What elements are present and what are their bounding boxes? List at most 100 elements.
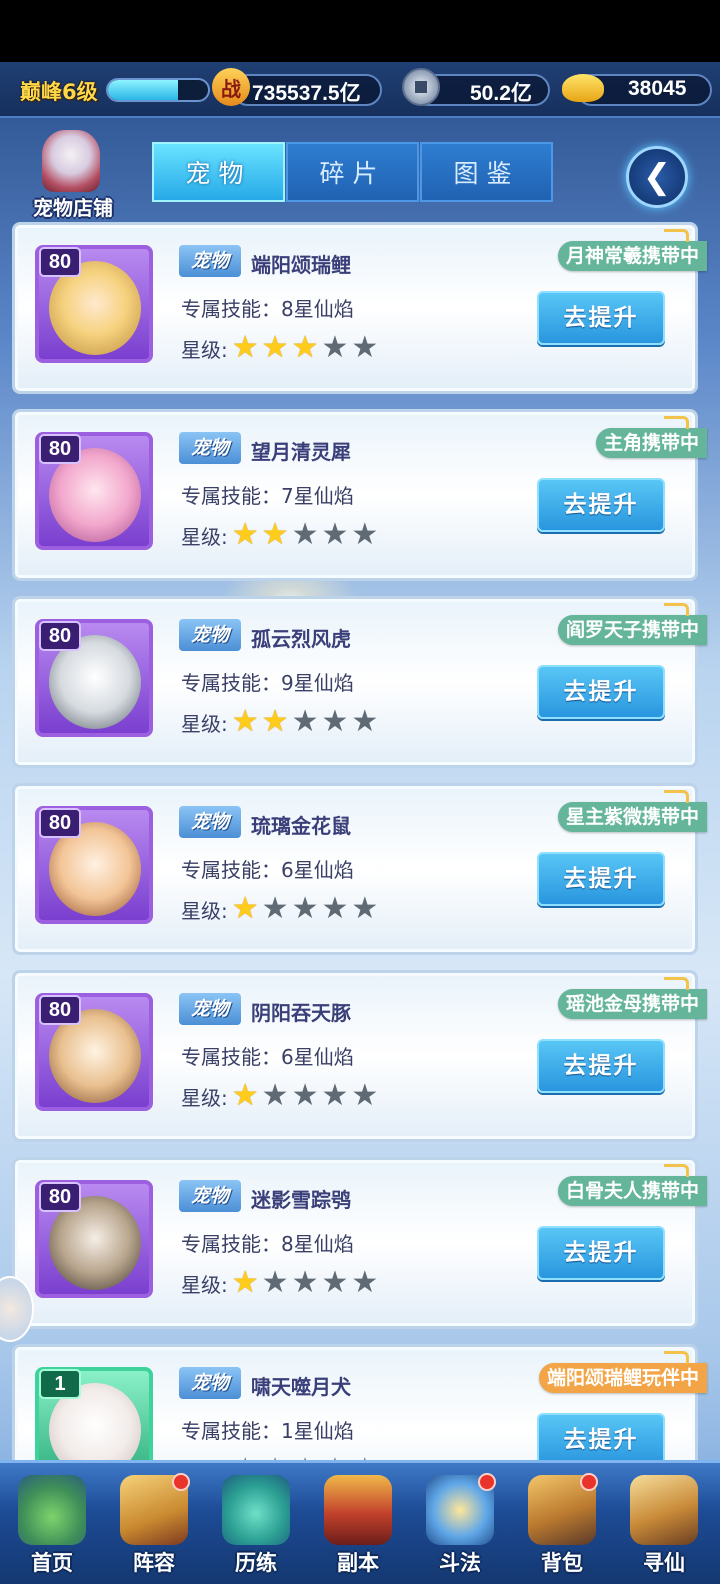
gold-value: 38045	[628, 77, 687, 100]
pet-type-tag: 宠物	[179, 432, 241, 464]
upgrade-button[interactable]: 去提升	[537, 1039, 665, 1093]
pet-name: 望月清灵犀	[251, 440, 351, 464]
back-arrow-icon: ❮	[642, 157, 672, 197]
nav-label: 寻仙	[643, 1551, 685, 1575]
pet-star-rating: 星级:★★★★★	[181, 1081, 381, 1111]
pet-shop-label: 宠物店铺	[33, 196, 113, 220]
pet-card[interactable]: 80 宠物 迷影雪踪鸮 专属技能：8星仙焰 星级: ★ ★ ★ ★ ★ 白骨夫人携带中 去提升	[12, 1157, 707, 1329]
pet-card[interactable]: 80 宠物 端阳颂瑞鲤 专属技能：8星仙焰 星级: ★ ★ ★ ★ ★ 月神常羲携带中 去提升	[12, 222, 707, 394]
carry-status-tag: 白骨夫人携带中	[557, 1176, 707, 1206]
tab-pets[interactable]: 宠物	[152, 142, 285, 202]
star-label: 星级:	[181, 524, 228, 549]
pet-level-badge: 80	[39, 621, 81, 651]
level-progress-fill	[108, 80, 178, 100]
star-label: 星级:	[181, 1272, 228, 1297]
back-button[interactable]: ❮	[626, 146, 688, 208]
nav-item-training[interactable]: 历练	[206, 1463, 306, 1584]
pet-type-tag: 宠物	[179, 993, 241, 1025]
peak-level-label: 巅峰6级	[20, 80, 98, 104]
upgrade-button[interactable]: 去提升	[537, 478, 665, 532]
star-empty-icon: ★	[321, 1265, 349, 1300]
upgrade-button[interactable]: 去提升	[537, 852, 665, 906]
pet-shop-icon	[42, 130, 100, 192]
stars: ★★★★★	[232, 333, 382, 363]
pet-list: 80 宠物 端阳颂瑞鲤 专属技能：8星仙焰 星级: ★ ★ ★ ★ ★ 月神常羲携带中 去提升 80 宠物…	[12, 222, 707, 1531]
dungeon-icon	[324, 1475, 392, 1545]
tab-codex[interactable]: 图鉴	[420, 142, 553, 202]
nav-item-lineup[interactable]: 阵容	[104, 1463, 204, 1584]
pet-level-badge: 80	[39, 1182, 81, 1212]
ingot-icon	[562, 74, 604, 102]
carry-status-tag: 主角携带中	[595, 428, 707, 458]
home-icon	[18, 1475, 86, 1545]
pet-skill: 专属技能：6星仙焰	[181, 1045, 354, 1069]
combat-power-value: 735537.5亿	[252, 82, 361, 105]
pet-type-tag: 宠物	[179, 1180, 241, 1212]
star-empty-icon: ★	[321, 330, 349, 365]
star-empty-icon: ★	[351, 1265, 379, 1300]
pet-card[interactable]: 80 宠物 阴阳吞天豚 专属技能：6星仙焰 星级: ★ ★ ★ ★ ★ 瑶池金母携带中 去提升	[12, 970, 707, 1142]
stars: ★★★★★	[232, 707, 382, 737]
pet-skill: 专属技能：9星仙焰	[181, 671, 354, 695]
nav-item-bag[interactable]: 背包	[512, 1463, 612, 1584]
star-empty-icon: ★	[291, 517, 319, 552]
training-icon	[222, 1475, 290, 1545]
tab-fragments[interactable]: 碎片	[286, 142, 419, 202]
stars: ★★★★★	[232, 1081, 382, 1111]
notification-dot	[580, 1473, 598, 1491]
carry-status-tag: 月神常羲携带中	[557, 241, 707, 271]
pet-level-badge: 80	[39, 434, 81, 464]
stars: ★★★★★	[232, 894, 382, 924]
pet-name: 孤云烈风虎	[251, 627, 351, 651]
star-empty-icon: ★	[261, 1265, 289, 1300]
upgrade-button[interactable]: 去提升	[537, 1413, 665, 1467]
pet-name: 阴阳吞天豚	[251, 1001, 351, 1025]
pet-skill: 专属技能：6星仙焰	[181, 858, 354, 882]
silver-value: 50.2亿	[470, 82, 532, 105]
scroll-icon	[630, 1475, 698, 1545]
star-empty-icon: ★	[291, 1078, 319, 1113]
nav-label: 历练	[235, 1551, 277, 1575]
star-filled-icon: ★	[231, 1265, 259, 1300]
pet-shop-button[interactable]: 宠物店铺	[18, 128, 128, 224]
resource-bar: 巅峰6级 战 735537.5亿 50.2亿 38045	[0, 62, 720, 118]
pet-name: 迷影雪踪鸮	[251, 1188, 351, 1212]
notification-dot	[478, 1473, 496, 1491]
star-label: 星级:	[181, 337, 228, 362]
pet-type-tag: 宠物	[179, 619, 241, 651]
pet-name: 琉璃金花鼠	[251, 814, 351, 838]
star-empty-icon: ★	[351, 704, 379, 739]
star-filled-icon: ★	[231, 891, 259, 926]
nav-item-battle[interactable]: 斗法	[410, 1463, 510, 1584]
pet-card[interactable]: 80 宠物 琉璃金花鼠 专属技能：6星仙焰 星级: ★ ★ ★ ★ ★ 星主紫微携带中 去提升	[12, 783, 707, 955]
pet-star-rating: 星级:★★★★★	[181, 333, 381, 363]
pet-star-rating: 星级:★★★★★	[181, 1268, 381, 1298]
stars: ★★★★★	[232, 1268, 382, 1298]
pet-type-tag: 宠物	[179, 245, 241, 277]
nav-item-home[interactable]: 首页	[2, 1463, 102, 1584]
star-empty-icon: ★	[291, 891, 319, 926]
star-filled-icon: ★	[291, 330, 319, 365]
pet-card[interactable]: 80 宠物 望月清灵犀 专属技能：7星仙焰 星级: ★ ★ ★ ★ ★ 主角携带中 去提升	[12, 409, 707, 581]
star-empty-icon: ★	[351, 891, 379, 926]
star-empty-icon: ★	[291, 704, 319, 739]
upgrade-button[interactable]: 去提升	[537, 291, 665, 345]
pet-level-badge: 80	[39, 808, 81, 838]
star-filled-icon: ★	[231, 704, 259, 739]
nav-item-dungeon[interactable]: 副本	[308, 1463, 408, 1584]
notification-dot	[172, 1473, 190, 1491]
pet-skill: 专属技能：7星仙焰	[181, 484, 354, 508]
pet-star-rating: 星级:★★★★★	[181, 894, 381, 924]
carry-status-tag: 星主紫微携带中	[557, 802, 707, 832]
upgrade-button[interactable]: 去提升	[537, 1226, 665, 1280]
nav-item-scroll[interactable]: 寻仙	[614, 1463, 714, 1584]
upgrade-button[interactable]: 去提升	[537, 665, 665, 719]
nav-label: 背包	[541, 1551, 583, 1575]
pet-card[interactable]: 80 宠物 孤云烈风虎 专属技能：9星仙焰 星级: ★ ★ ★ ★ ★ 阎罗天子携带中 去提升	[12, 596, 707, 768]
star-filled-icon: ★	[231, 330, 259, 365]
star-empty-icon: ★	[321, 517, 349, 552]
pet-type-tag: 宠物	[179, 1367, 241, 1399]
star-empty-icon: ★	[291, 1265, 319, 1300]
star-label: 星级:	[181, 1085, 228, 1110]
bottom-nav: 首页 阵容 历练 副本 斗法 背包 寻仙	[0, 1460, 720, 1584]
